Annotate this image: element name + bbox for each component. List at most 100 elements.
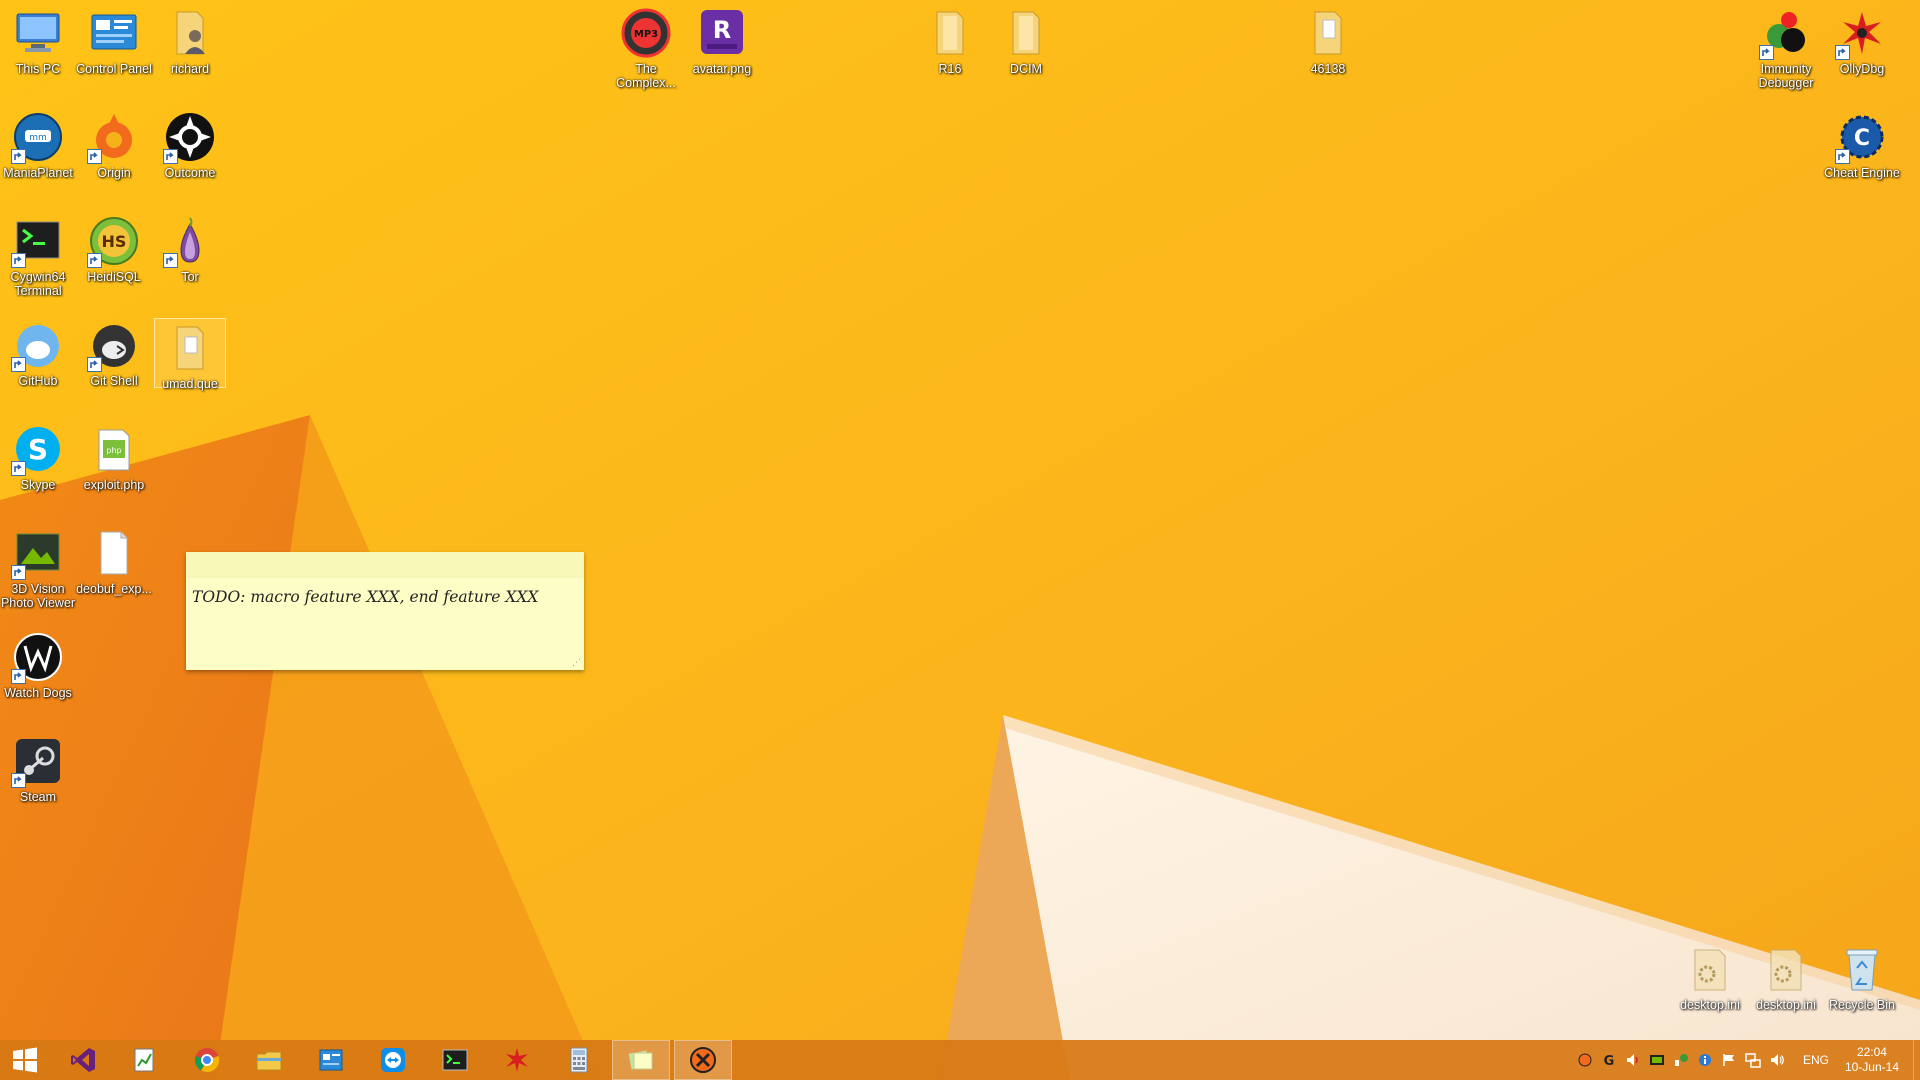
desktop-wallpaper [0,0,1920,1080]
tray-volume-icon[interactable] [1767,1050,1787,1070]
shortcut-arrow-icon [14,776,22,784]
tray-flag-icon[interactable] [1719,1050,1739,1070]
shortcut-arrow-icon [166,256,174,264]
taskbar-sticky-notes[interactable] [612,1040,670,1080]
desktop-icon-tor[interactable]: Tor [148,208,232,308]
terminal-icon [442,1049,468,1071]
start-button[interactable] [0,1040,50,1080]
tray-nvidia-icon[interactable] [1647,1050,1667,1070]
tray-network-shield-icon[interactable] [1671,1050,1691,1070]
desktop-icon-skype[interactable]: S Skype [0,416,80,516]
desktop-icon-github[interactable]: GitHub [0,312,80,412]
desktop-icon-deobuf-exp[interactable]: deobuf_exp... [72,520,156,620]
desktop-icon-desktop-ini-2[interactable]: desktop.ini [1744,936,1828,1036]
desktop-icon-3d-vision[interactable]: 3D Vision Photo Viewer [0,520,80,620]
computer-icon [16,13,60,52]
desktop-icon-ollydbg[interactable]: OllyDbg [1820,0,1904,100]
desktop-icon-avatar-png[interactable]: R avatar.png [680,0,764,100]
shortcut-arrow-icon [14,360,22,368]
tray-info-icon[interactable] [1695,1050,1715,1070]
desktop-icon-immunity-debugger[interactable]: Immunity Debugger [1744,0,1828,100]
desktop-icon-desktop-ini-1[interactable]: desktop.ini [1668,936,1752,1036]
svg-text:R: R [713,16,731,44]
desktop-icon-maniaplanet[interactable]: mm ManiaPlanet [0,104,80,204]
desktop-icon-control-panel[interactable]: Control Panel [72,0,156,100]
desktop-icon-watch-dogs[interactable]: Watch Dogs [0,624,80,724]
desktop-icon-the-complex-mp3[interactable]: MP3 The Complex... [604,0,688,100]
desktop-icon-richard[interactable]: richard [148,0,232,100]
folder-icon [936,11,964,55]
shortcut-arrow-icon [14,152,22,160]
shortcut-arrow-icon [90,256,98,264]
svg-text:php: php [106,446,121,455]
system-tray: G ENG 22:04 10-Jun-14 [1573,1040,1920,1080]
ini-file-icon [1770,949,1802,991]
desktop-icon-heidisql[interactable]: HS HeidiSQL [72,208,156,308]
shortcut-arrow-icon [14,672,22,680]
input-language-indicator[interactable]: ENG [1803,1053,1829,1067]
shortcut-arrow-icon [90,152,98,160]
teamviewer-icon [381,1048,405,1072]
svg-text:C: C [1854,126,1870,151]
desktop-icon-outcome[interactable]: Outcome [148,104,232,204]
clock-time: 22:04 [1856,1045,1887,1059]
taskbar-terminal[interactable] [426,1040,484,1080]
taskbar-file-explorer[interactable] [240,1040,298,1080]
taskbar-ollydbg[interactable] [488,1040,546,1080]
sticky-note[interactable]: TODO: macro feature XXX, end feature XXX… [186,552,584,670]
taskbar-visual-studio[interactable] [54,1040,112,1080]
windows-logo-icon [13,1047,37,1073]
svg-text:HS: HS [102,232,127,251]
php-file-icon: php [98,429,130,471]
desktop-icon-cygwin64-terminal[interactable]: Cygwin64 Terminal [0,208,80,308]
desktop-icon-git-shell[interactable]: Git Shell [72,312,156,412]
taskbar-chart-app[interactable] [116,1040,174,1080]
svg-text:MP3: MP3 [634,29,658,40]
clock-date: 10-Jun-14 [1844,1060,1899,1074]
resize-grip-icon[interactable]: ⋰ [572,657,581,668]
desktop-icon-origin[interactable]: Origin [72,104,156,204]
desktop-icon-exploit-php[interactable]: php exploit.php [72,416,156,516]
folder-icon [1012,11,1040,55]
mp3-icon: MP3 [621,8,671,58]
desktop-icon-recycle-bin[interactable]: Recycle Bin [1820,936,1904,1036]
taskbar-calculator[interactable] [550,1040,608,1080]
tray-origin-icon[interactable] [1575,1050,1595,1070]
control-panel-icon [319,1049,343,1071]
desktop-icon-cheat-engine[interactable]: C Cheat Engine [1820,104,1904,204]
tray-g-icon[interactable]: G [1599,1050,1619,1070]
shortcut-arrow-icon [166,152,174,160]
taskbar-clock[interactable]: 22:04 10-Jun-14 [1845,1045,1899,1075]
user-folder-icon [176,11,205,55]
ini-file-icon [1694,949,1726,991]
shortcut-arrow-icon [14,256,22,264]
shortcut-arrow-icon [1762,48,1770,56]
desktop-icon-46138[interactable]: 46138 [1286,0,1370,100]
chrome-icon [194,1048,220,1073]
visual-studio-icon [71,1048,95,1072]
ollydbg-icon [506,1048,528,1072]
taskbar-control-panel[interactable] [302,1040,360,1080]
desktop-icon-dcim[interactable]: DCIM [984,0,1068,100]
image-file-icon: R [701,10,743,54]
control-panel-icon [91,14,137,50]
tray-network-icon[interactable] [1743,1050,1763,1070]
desktop-icon-r16[interactable]: R16 [908,0,992,100]
sticky-notes-icon [628,1050,653,1070]
text-file-icon [100,531,128,575]
desktop-icon-this-pc[interactable]: This PC [0,0,80,100]
shortcut-arrow-icon [90,360,98,368]
taskbar-chrome[interactable] [178,1040,236,1080]
desktop-icon-steam[interactable]: Steam [0,728,80,828]
shortcut-arrow-icon [14,568,22,576]
taskbar-origin-game[interactable] [674,1040,732,1080]
taskbar-teamviewer[interactable] [364,1040,422,1080]
desktop-icon-umad-que[interactable]: umad.que [154,318,226,391]
sticky-note-text[interactable]: TODO: macro feature XXX, end feature XXX [192,588,538,606]
tray-speaker-icon[interactable] [1623,1050,1643,1070]
shortcut-arrow-icon [1838,48,1846,56]
svg-text:mm: mm [29,133,47,143]
show-desktop-button[interactable] [1913,1040,1920,1080]
recycle-bin-icon [1846,949,1878,991]
chart-app-icon [134,1048,154,1072]
